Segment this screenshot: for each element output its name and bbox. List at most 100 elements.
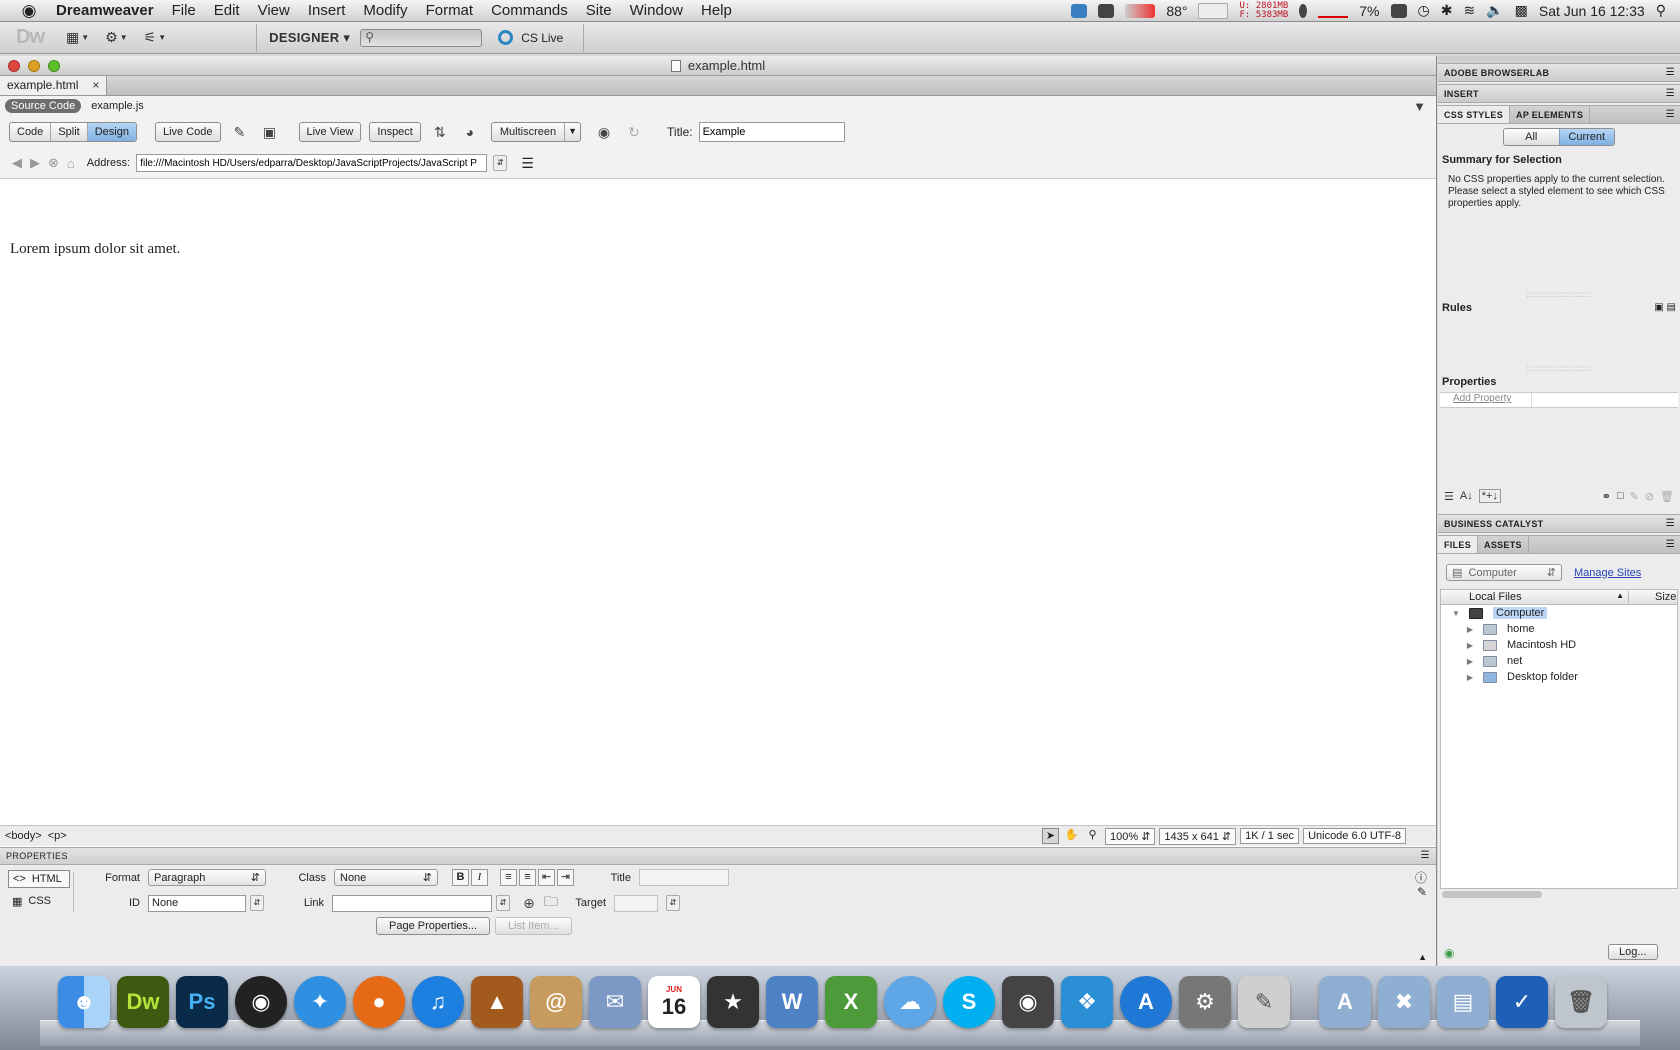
spotlight-icon[interactable]: ⚲ [1656, 2, 1666, 19]
browser-check-icon[interactable]: ✎ [229, 124, 251, 141]
cpu-meter-icon[interactable] [1125, 3, 1156, 18]
trash-icon[interactable]: 🗑 [1555, 976, 1607, 1028]
photoshop-dock-icon[interactable]: Ps [176, 976, 228, 1028]
iphoto-icon[interactable]: ▲ [471, 976, 523, 1028]
id-stepper[interactable]: ⇵ [250, 895, 264, 911]
home-icon[interactable]: ⌂ [67, 156, 75, 171]
live-code-button[interactable]: Live Code [154, 122, 221, 142]
hand-tool-icon[interactable]: ✋ [1063, 828, 1080, 844]
wifi-icon[interactable]: ≋ [1463, 2, 1475, 19]
outdent-icon[interactable]: ⇤ [538, 869, 555, 886]
activity-gauge[interactable] [1198, 2, 1229, 19]
itunes-icon[interactable]: ♫ [412, 976, 464, 1028]
edit-rule-icon[interactable]: ✎ [1630, 490, 1639, 503]
cs-live-button[interactable]: CS Live [498, 30, 563, 45]
messages-icon[interactable]: ☁ [884, 976, 936, 1028]
site-select[interactable]: ▤ Computer ⇵ [1446, 564, 1562, 581]
minimize-window-button[interactable] [28, 60, 40, 72]
disable-property-icon[interactable]: ⊘ [1645, 490, 1654, 503]
tree-item-home[interactable]: ▶ home [1441, 621, 1677, 637]
html-mode-button[interactable]: <> HTML [8, 870, 70, 888]
help-icon[interactable]: ⓘ [1415, 869, 1427, 886]
sync-icon[interactable] [1071, 3, 1088, 18]
menu-modify[interactable]: Modify [354, 2, 416, 19]
design-view-canvas[interactable]: Lorem ipsum dolor sit amet. [0, 230, 1436, 870]
tag-selector-body[interactable]: <body> [5, 830, 42, 842]
safari-icon[interactable]: ✦ [294, 976, 346, 1028]
downloads-stack-icon[interactable]: ✓ [1496, 976, 1548, 1028]
tab-example-html[interactable]: example.html × [0, 75, 108, 95]
network-meter[interactable] [1318, 15, 1349, 18]
word-icon[interactable]: W [766, 976, 818, 1028]
panel-grip[interactable] [1438, 56, 1680, 63]
refresh-icon[interactable]: ↻ [623, 124, 645, 141]
zoom-select[interactable]: 100% ⇵ [1105, 827, 1156, 845]
local-files-column[interactable]: Local Files ▲ [1441, 591, 1629, 603]
css-mode-button[interactable]: ▦ CSS [8, 892, 70, 910]
address-input[interactable] [136, 154, 488, 172]
imovie-icon[interactable]: ★ [707, 976, 759, 1028]
horizontal-scrollbar[interactable] [1442, 891, 1542, 898]
address-history-stepper[interactable]: ⇵ [493, 155, 508, 171]
design-view-button[interactable]: Design [87, 123, 136, 141]
apple-menu-icon[interactable]: ◉ [16, 1, 42, 21]
log-button[interactable]: Log... [1608, 944, 1658, 960]
site-menu-icon[interactable]: ⚟ ▼ [144, 29, 166, 46]
format-select[interactable]: Paragraph ⇵ [148, 869, 266, 886]
address-book-icon[interactable]: @ [530, 976, 582, 1028]
title-attr-input[interactable] [639, 869, 729, 886]
indent-icon[interactable]: ⇥ [557, 869, 574, 886]
disclosure-closed-icon[interactable]: ▶ [1465, 641, 1475, 650]
panel-menu-icon[interactable]: ☰ [1666, 109, 1675, 120]
menu-dreamweaver[interactable]: Dreamweaver [42, 2, 163, 19]
aperture-icon[interactable]: ◉ [235, 976, 287, 1028]
utilities-folder-icon[interactable]: ✖ [1378, 976, 1430, 1028]
source-code-button[interactable]: Source Code [5, 99, 82, 113]
category-view-icon[interactable]: ☰ [1444, 490, 1454, 503]
adobe-browserlab-panel-header[interactable]: ADOBE BROWSERLAB ☰ [1438, 63, 1680, 82]
tag-selector-p[interactable]: <p> [48, 830, 67, 842]
display-icon[interactable] [1390, 3, 1407, 18]
tab-css-styles[interactable]: CSS STYLES [1438, 106, 1511, 123]
menu-window[interactable]: Window [621, 2, 692, 19]
point-to-file-icon[interactable]: ⊕ [518, 895, 540, 912]
multiscreen-button[interactable]: Multiscreen ▼ [490, 122, 582, 142]
disclosure-closed-icon[interactable]: ▶ [1465, 625, 1475, 634]
textedit-icon[interactable]: ✎ [1238, 976, 1290, 1028]
all-mode-button[interactable]: All [1504, 129, 1559, 145]
code-view-button[interactable]: Code [10, 123, 52, 141]
tree-item-net[interactable]: ▶ net [1441, 653, 1677, 669]
menu-insert[interactable]: Insert [299, 2, 355, 19]
weather-icon[interactable] [1299, 3, 1308, 18]
applications-folder-icon[interactable]: A [1319, 976, 1371, 1028]
workspace-switcher[interactable]: DESIGNER ▾ [269, 30, 350, 46]
tree-item-desktop-folder[interactable]: ▶ Desktop folder [1441, 669, 1677, 685]
volume-icon[interactable]: 🔈 [1486, 2, 1503, 19]
unordered-list-icon[interactable]: ≡ [500, 869, 517, 886]
system-preferences-icon[interactable]: ⚙ [1179, 976, 1231, 1028]
inspect-button[interactable]: Inspect [369, 122, 421, 142]
firefox-icon[interactable]: ● [353, 976, 405, 1028]
attach-stylesheet-icon[interactable]: ⚭ [1602, 490, 1611, 503]
back-icon[interactable]: ◀ [12, 155, 22, 171]
memory-readout[interactable]: U: 2801MB F: 5383MB [1239, 1, 1288, 20]
menu-commands[interactable]: Commands [482, 2, 577, 19]
link-stepper[interactable]: ⇵ [496, 895, 510, 911]
stop-icon[interactable]: ⊗ [48, 155, 59, 171]
link-input[interactable] [332, 894, 492, 912]
visual-aids-icon[interactable]: ▣ [259, 124, 281, 141]
disclosure-closed-icon[interactable]: ▶ [1465, 657, 1475, 666]
file-management-icon[interactable]: ⇅ [429, 124, 451, 141]
add-property-link[interactable]: Add Property [1440, 393, 1532, 407]
collapse-panel-icon[interactable]: ▲ [1418, 952, 1427, 962]
disclosure-closed-icon[interactable]: ▶ [1465, 673, 1475, 682]
battery-percent[interactable]: 7% [1359, 3, 1379, 19]
filter-related-files-icon[interactable]: ▼ [1413, 99, 1426, 114]
new-css-rule-icon[interactable]: □ [1617, 490, 1624, 502]
live-view-button[interactable]: Live View [298, 122, 362, 142]
tab-files[interactable]: FILES [1438, 536, 1479, 553]
tab-ap-elements[interactable]: AP ELEMENTS [1510, 106, 1591, 123]
ical-icon[interactable]: JUN 16 [648, 976, 700, 1028]
split-view-button[interactable]: Split [51, 123, 88, 141]
trash-icon[interactable]: 🗑 [1660, 490, 1674, 503]
